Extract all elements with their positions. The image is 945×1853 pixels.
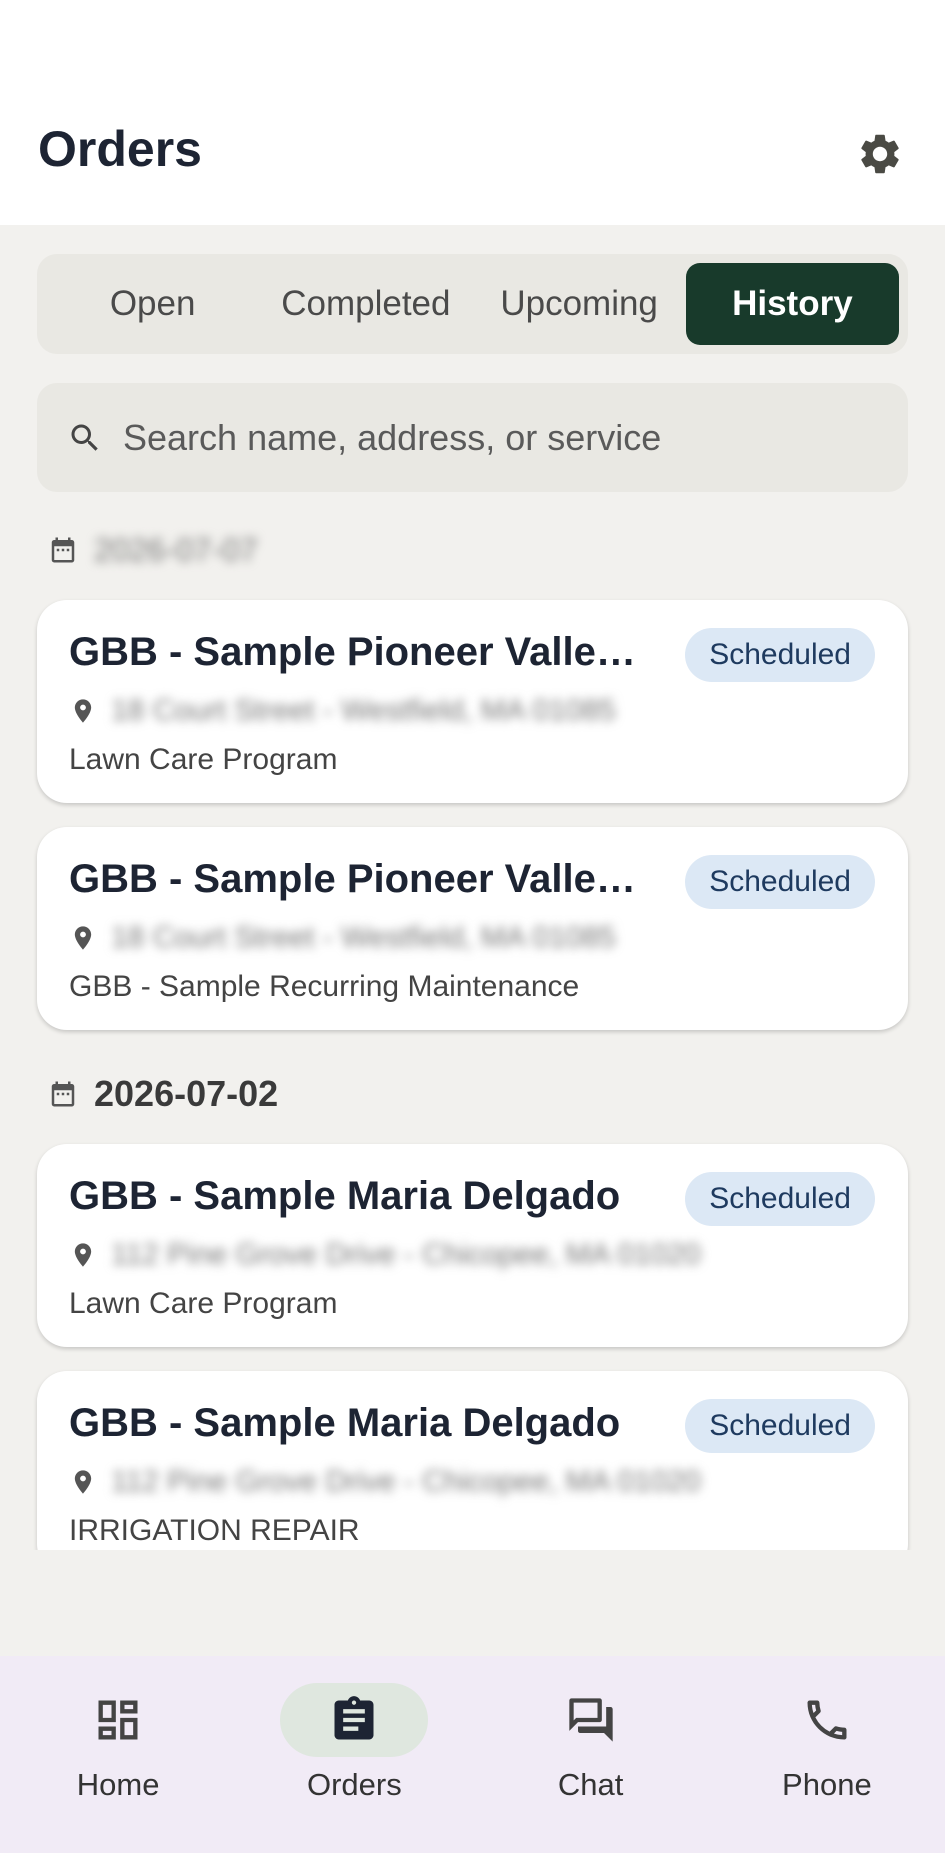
search-icon — [71, 424, 98, 451]
dashboard-icon — [98, 1700, 138, 1740]
tab-completed[interactable]: Completed — [259, 263, 472, 345]
order-filter-tabs: Open Completed Upcoming History — [37, 254, 908, 354]
order-service: Lawn Care Program — [69, 1287, 338, 1320]
phone-icon — [807, 1700, 847, 1740]
order-title: GBB - Sample Pioneer Valley D... — [69, 630, 649, 674]
nav-label: Home — [76, 1767, 160, 1802]
order-service: Lawn Care Program — [69, 743, 338, 776]
chat-icon — [568, 1698, 613, 1742]
search-input[interactable] — [123, 416, 908, 459]
date-group-header: 2026-07-07 — [0, 520, 945, 580]
status-badge: Scheduled — [685, 628, 875, 682]
location-pin-icon — [74, 1470, 92, 1494]
order-title: GBB - Sample Pioneer Valley D... — [69, 857, 649, 901]
nav-item-phone[interactable]: Phone — [709, 1656, 945, 1853]
order-title: GBB - Sample Maria Delgado — [69, 1401, 621, 1445]
calendar-icon — [51, 537, 75, 563]
location-pin-icon — [74, 1243, 92, 1267]
location-pin-icon — [74, 699, 92, 723]
order-service: GBB - Sample Recurring Maintenance — [69, 970, 580, 1003]
order-address: 18 Court Street - Westfield, MA 01085 — [111, 694, 616, 727]
status-badge: Scheduled — [685, 1399, 875, 1453]
order-card[interactable]: GBB - Sample Maria Delgado Scheduled 112… — [37, 1144, 908, 1347]
tab-upcoming[interactable]: Upcoming — [473, 263, 686, 345]
gear-icon — [861, 134, 899, 174]
settings-button[interactable] — [852, 126, 908, 182]
nav-item-orders[interactable]: Orders — [236, 1656, 472, 1853]
date-group-header: 2026-07-02 — [0, 1064, 945, 1124]
clipboard-icon — [334, 1696, 374, 1740]
order-card[interactable]: GBB - Sample Pioneer Valley D... Schedul… — [37, 600, 908, 803]
status-badge: Scheduled — [685, 855, 875, 909]
location-pin-icon — [74, 926, 92, 950]
nav-label: Chat — [557, 1767, 624, 1802]
order-address: 112 Pine Grove Drive - Chicopee, MA 0102… — [111, 1238, 701, 1271]
order-service: IRRIGATION REPAIR — [69, 1514, 360, 1547]
tab-history[interactable]: History — [685, 263, 899, 345]
group-date: 2026-07-07 — [94, 531, 258, 568]
top-app-bar: Orders — [0, 0, 945, 225]
status-badge: Scheduled — [685, 1172, 875, 1226]
nav-label: Phone — [782, 1767, 872, 1802]
page-title: Orders — [38, 121, 202, 177]
bottom-navigation: Home Orders Chat Phone — [0, 1656, 945, 1853]
order-address: 18 Court Street - Westfield, MA 01085 — [111, 921, 616, 954]
tab-open[interactable]: Open — [46, 263, 259, 345]
calendar-icon — [51, 1081, 75, 1107]
order-address: 112 Pine Grove Drive - Chicopee, MA 0102… — [111, 1465, 701, 1498]
nav-label: Orders — [307, 1767, 402, 1802]
order-card[interactable]: GBB - Sample Maria Delgado Scheduled 112… — [37, 1371, 908, 1550]
group-date: 2026-07-02 — [94, 1073, 279, 1114]
search-bar[interactable] — [37, 383, 908, 492]
orders-list[interactable]: 2026-07-07 GBB - Sample Pioneer Valley D… — [0, 520, 945, 1550]
nav-item-chat[interactable]: Chat — [473, 1656, 709, 1853]
order-card[interactable]: GBB - Sample Pioneer Valley D... Schedul… — [37, 827, 908, 1030]
nav-item-home[interactable]: Home — [0, 1656, 236, 1853]
order-title: GBB - Sample Maria Delgado — [69, 1174, 621, 1218]
app-root: Orders Open Completed Upcoming History 2… — [0, 0, 945, 1853]
